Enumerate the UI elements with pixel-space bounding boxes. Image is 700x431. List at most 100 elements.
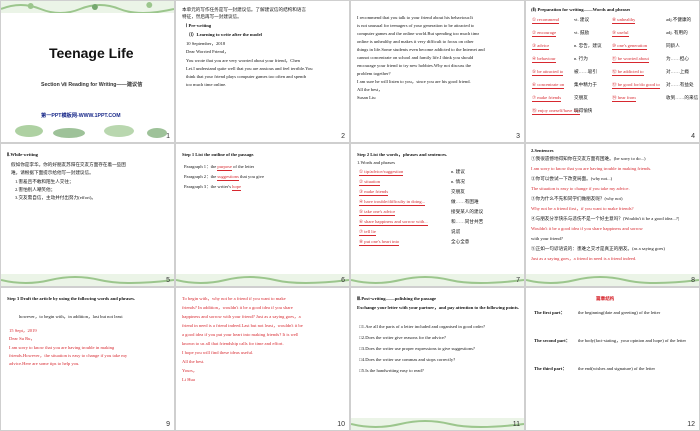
vocab-answer: ⑧ unhealthy (612, 17, 636, 25)
phrase-meaning: 做……有困难 (451, 199, 479, 204)
slide-thumbnail-10[interactable]: To begin with，why not be a friend if you… (175, 287, 350, 431)
slide-number: 3 (516, 133, 520, 140)
sentence-prompt: ②你可以尝试一下改变局面。(why not...) (531, 176, 613, 181)
sentence-prompt: ①我很遗憾地得知你在交友方面有困难。(be sorry to do...) (531, 156, 646, 161)
outline-answer: hope (232, 184, 242, 192)
text-line: friend in need is a friend indeed.Last b… (182, 323, 303, 328)
checklist-item: □4.Does the writer use commas and stops … (359, 357, 456, 362)
section-heading: Step 3 Draft the article by using the fo… (7, 296, 136, 301)
outline-label: Paragraph 3：the writer's (184, 184, 233, 189)
text-line: happiness and sorrow with your friend? J… (182, 314, 301, 319)
outline-row: Paragraph 1：the purpose of the letter (184, 164, 254, 172)
vocab-answer: ⑥ concentrate on (532, 82, 565, 90)
vocab-meaning: 被……吸引 (574, 69, 597, 74)
text-line: Yours， (182, 368, 198, 373)
sentence-answer: The situation is easy to change if you t… (531, 186, 630, 191)
section-heading: (Ⅱ) Preparation for writing——Words and p… (531, 7, 631, 12)
text-line: Lei.I understand quite well that you are… (186, 66, 313, 71)
vocab-answer: ⑭ hear from (612, 95, 636, 103)
vocab-meaning: adj. 有用的 (666, 30, 688, 35)
text-line: friends? In addition，wouldn't it be a go… (182, 305, 293, 310)
outline-answer: suggestions (217, 174, 239, 182)
letter-closing: All the best， (357, 87, 383, 92)
slide-thumbnail-8[interactable]: 2.Sentences ①我很遗憾地得知你在交友方面有困难。(be sorry … (525, 143, 700, 287)
text-line: problem together? (357, 71, 391, 76)
slide-thumbnail-2[interactable]: 本单元的写作任务是写一封建议信。了解建议信的结构和语言 特征，然后再写一封建议信… (175, 0, 350, 143)
part-description: the beginning(date and greeting) of the … (578, 310, 661, 315)
vocab-meaning: vt. 鼓励 (574, 30, 590, 35)
text-line: 特征，然后再写一封建议信。 (182, 14, 242, 19)
slide-thumbnail-6[interactable]: Step 1 List the outline of the passage. … (175, 143, 350, 287)
phrase-answer: ④ have trouble/difficulty in doing... (359, 199, 426, 207)
text-line: I hope you will find these ideas useful. (182, 350, 254, 355)
sentence-answer: Just as a saying goes，a friend in need i… (531, 256, 637, 261)
phrase-meaning: 和……同甘共苦 (451, 219, 484, 224)
slide-thumbnail-11[interactable]: Ⅲ.Post-writing——polishing the passage Ex… (350, 287, 525, 431)
text-line: known to us all that friendship calls fo… (182, 341, 284, 346)
outline-label: Paragraph 1：the (184, 164, 218, 169)
phrase-answer: ② situation (359, 179, 381, 187)
slide-thumbnail-5[interactable]: Ⅱ.While-writing 假如你是李华。你的好朋友苏阳在交友方面存在着一些… (0, 143, 175, 287)
slide-number: 4 (691, 133, 695, 140)
letter-greeting: Dear Su Ru， (9, 336, 36, 341)
vocab-meaning: n. 行为 (574, 56, 588, 61)
slide-number: 2 (341, 133, 345, 140)
decorative-leaf-border (351, 418, 524, 430)
vocab-answer: ⑤ be attracted to (532, 69, 564, 77)
text-line: is not unusual for teenagers of your gen… (357, 23, 475, 28)
slide-thumbnail-7[interactable]: Step 2 List the words，phrases and senten… (350, 143, 525, 287)
phrase-hint: however，to begin with，in addition，last b… (19, 314, 123, 319)
slide-number: 5 (166, 277, 170, 284)
vocab-answer: ⑪ be worried about (612, 56, 649, 64)
outline-label: Paragraph 2：the (184, 174, 218, 179)
vocab-answer: ① recommend (532, 17, 559, 25)
section-heading: Ⅱ.While-writing (7, 152, 38, 157)
text-line: I am sure he will listen to you，since yo… (357, 79, 471, 84)
text-line: things in life.Some students even become… (357, 47, 485, 52)
slide-thumbnail-9[interactable]: Step 3 Draft the article by using the fo… (0, 287, 175, 431)
vocab-meaning: 对……有益处 (666, 82, 694, 87)
letter-greeting: Dear Worried Friend， (186, 49, 229, 54)
decorative-leaf-border (176, 274, 349, 286)
outline-answer: purpose (217, 164, 232, 172)
part-description: the body(fact-stating，your opinion and h… (578, 338, 687, 343)
phrase-answer: ⑦ tell lie (359, 229, 376, 237)
sentence-prompt: ⑤正如一句谚语说的：患难之交才是真正的朋友。(as a saying goes) (531, 246, 665, 251)
vocab-meaning: 玩得愉快 (574, 108, 593, 113)
section-heading: 篇章结构 (596, 296, 615, 301)
text-line: advice.Here are some tips to help you. (9, 361, 80, 366)
slide-number: 10 (337, 421, 345, 428)
text-line: 2.害怕别人嘲笑他； (15, 187, 56, 192)
outline-row: Paragraph 2：the suggestions that you giv… (184, 174, 265, 182)
slide-number: 6 (341, 277, 345, 284)
slide-sorter-grid: Teenage Life Section Ⅶ Reading for Writi… (0, 0, 700, 431)
slide-title: Teenage Life (49, 45, 134, 61)
sentence-answer: I am sorry to know that you are having t… (531, 166, 652, 171)
slide-thumbnail-1[interactable]: Teenage Life Section Ⅶ Reading for Writi… (0, 0, 175, 143)
checklist-item: □1.Are all the parts of a letter include… (359, 324, 486, 329)
slide-thumbnail-4[interactable]: (Ⅱ) Preparation for writing——Words and p… (525, 0, 700, 143)
text-line: All the best. (182, 359, 205, 364)
slide-thumbnail-12[interactable]: 篇章结构 The first part： the beginning(date a… (525, 287, 700, 431)
sentence-prompt: ④与朋友分享快乐与悲伤不是一个好主意吗？(Wouldn't it be a go… (531, 216, 680, 221)
part-description: the end(wishes and signature) of the let… (578, 366, 656, 371)
outline-suffix: that you give (238, 174, 265, 179)
sentence-answer: Wouldn't it be a good idea if you share … (531, 226, 643, 231)
phrase-answer: ③ make friends (359, 189, 389, 197)
checklist-item: □3.Does the writer use proper expression… (359, 346, 475, 351)
part-label: The first part： (534, 310, 566, 315)
letter-date: 10 September，2018 (186, 41, 226, 46)
section-heading: （Ⅰ）Learning to write after the model (186, 32, 262, 37)
slide-thumbnail-3[interactable]: I recommend that you talk to your friend… (350, 0, 525, 143)
section-heading: Step 2 List the words，phrases and senten… (357, 152, 448, 157)
text-line: 假如你是李华。你的好朋友苏阳在交友方面存在着一些困 (11, 162, 126, 167)
decorative-leaf-border (351, 274, 524, 286)
slide-number: 7 (516, 277, 520, 284)
sentence-answer: Why not be a friend first，if you want to… (531, 206, 634, 211)
text-line: To begin with，why not be a friend if you… (182, 296, 286, 301)
text-line: I recommend that you talk to your friend… (357, 15, 473, 20)
letter-date: 15 Sept，2019 (9, 328, 37, 333)
phrase-meaning: 全心全意 (451, 239, 470, 244)
phrase-meaning: n. 建议 (451, 169, 465, 174)
leaf-decoration (15, 125, 167, 138)
